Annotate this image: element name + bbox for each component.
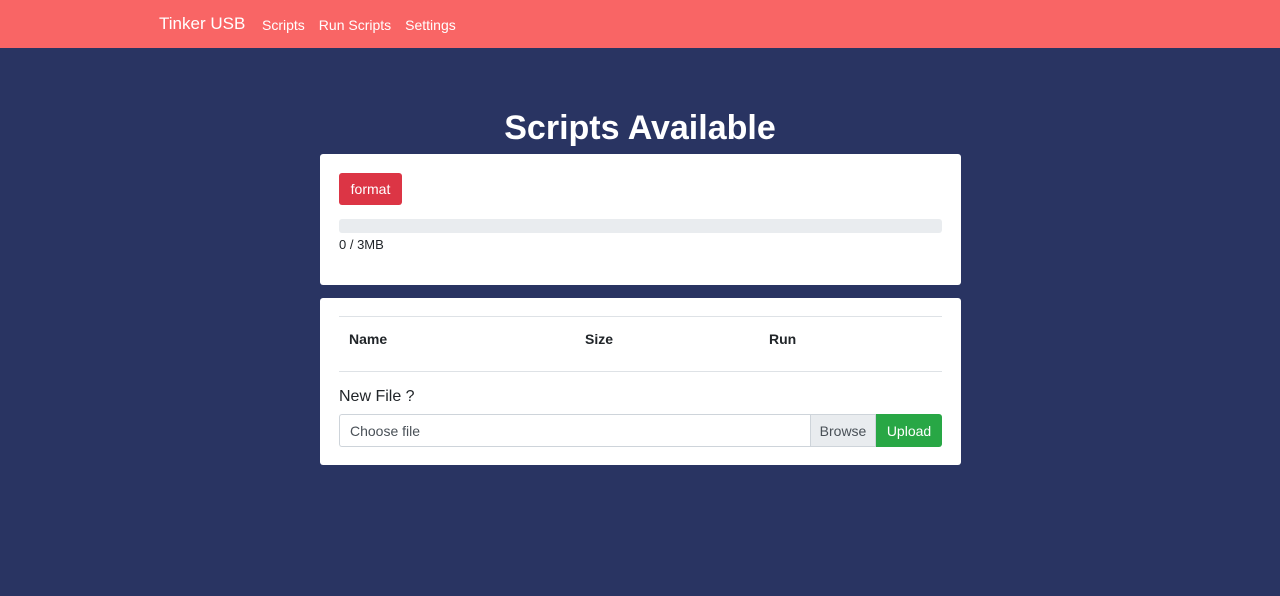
top-navbar: Tinker USB Scripts Run Scripts Settings [0, 0, 1280, 48]
nav-links: Scripts Run Scripts Settings [262, 16, 470, 34]
page-title: Scripts Available [504, 109, 776, 147]
upload-button[interactable]: Upload [876, 414, 942, 447]
browse-button[interactable]: Browse [810, 414, 876, 447]
nav-link-scripts[interactable]: Scripts [262, 16, 305, 34]
brand-link[interactable]: Tinker USB [159, 14, 245, 34]
storage-card: format 0 / 3MB [320, 154, 961, 285]
format-button[interactable]: format [339, 173, 402, 205]
file-upload-group: Choose file Browse Upload [339, 414, 942, 447]
column-header-name: Name [349, 331, 388, 347]
storage-usage-text: 0 / 3MB [339, 237, 384, 252]
scripts-card: Name Size Run New File ? Choose file Bro… [320, 298, 961, 465]
column-header-run: Run [769, 331, 797, 347]
new-file-heading: New File ? [339, 388, 415, 405]
nav-link-settings[interactable]: Settings [405, 16, 456, 34]
file-chooser-input[interactable]: Choose file [339, 414, 810, 447]
scripts-table: Name Size Run [339, 316, 942, 372]
storage-progress-bar [339, 219, 942, 233]
column-header-size: Size [585, 331, 614, 347]
nav-link-run-scripts[interactable]: Run Scripts [319, 16, 391, 34]
